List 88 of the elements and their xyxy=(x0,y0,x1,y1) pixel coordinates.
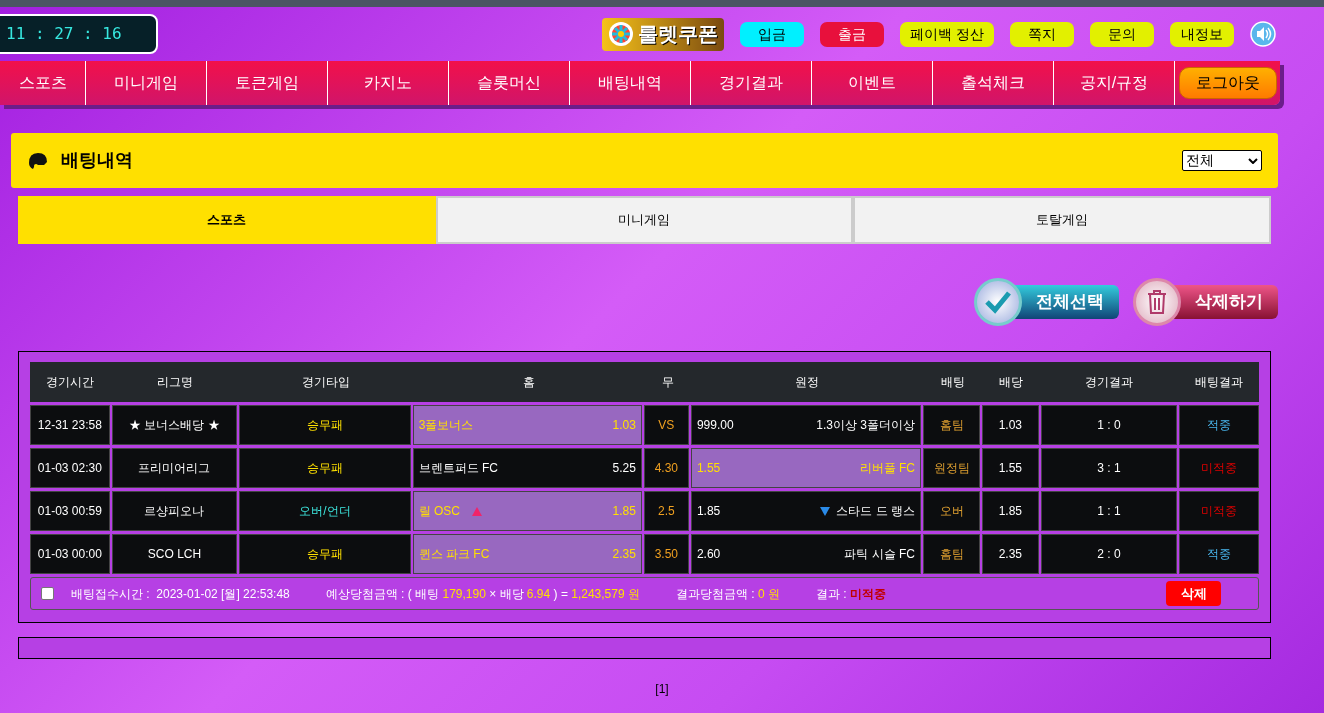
column-header: 경기시간 xyxy=(45,374,96,391)
header-button[interactable]: 출금 xyxy=(820,21,885,47)
away-team-odds-cell[interactable]: 1.85 스타드 드 랭스 xyxy=(690,491,921,531)
column-header: 홈 xyxy=(521,374,536,391)
column-header: 배당 xyxy=(997,374,1024,391)
table-cell: 프리미어리그 xyxy=(111,448,238,488)
logout-button[interactable]: 로그아웃 xyxy=(1178,67,1277,99)
summary-text: 결과 : 미적중 xyxy=(816,585,886,603)
column-header: 배팅결과 xyxy=(1193,374,1244,391)
away-team-odds-cell[interactable]: 2.60 파틱 시슬 FC xyxy=(690,534,921,574)
table-cell: 1.03 xyxy=(982,405,1039,445)
table-cell: 2 : 0 xyxy=(1040,534,1178,574)
table-cell: 01-03 00:00 xyxy=(30,534,110,574)
column-header: 원정 xyxy=(794,374,821,391)
caret-icon xyxy=(1248,157,1258,164)
column-header: 리그명 xyxy=(155,374,194,391)
summary-text: 예상당첨금액 : ( 배팅 179,190 × 배당 6.94 ) = 1,243,579 원 xyxy=(325,585,640,603)
digital-clock: 11 : 27 : 16 xyxy=(0,14,158,54)
table-cell: 3.50 xyxy=(643,534,689,574)
nav-link[interactable]: 슬롯머신 xyxy=(449,61,570,105)
tab[interactable]: 미니게임 xyxy=(435,196,854,244)
checkmark-icon xyxy=(984,290,1012,314)
table-cell: 1 : 1 xyxy=(1040,491,1178,531)
table-cell: 01-03 00:59 xyxy=(30,491,110,531)
filter-dropdown[interactable]: 전체 xyxy=(1182,150,1262,171)
roulette-coupon-logo[interactable]: 룰렛쿠폰 xyxy=(602,17,725,51)
column-header: 경기결과 xyxy=(1083,374,1134,391)
home-team-odds-cell[interactable]: 브렌트퍼드 FC 5.25 xyxy=(412,448,642,488)
nav-link[interactable]: 이벤트 xyxy=(812,61,933,105)
table-cell: 적중 xyxy=(1179,405,1259,445)
table-cell: 1 : 0 xyxy=(1040,405,1178,445)
away-team-odds-cell[interactable]: 999.00 1.3이상 3폴더이상 xyxy=(690,405,921,445)
header-button[interactable]: 문의 xyxy=(1090,21,1154,47)
checkbox[interactable] xyxy=(41,587,54,600)
delete-button[interactable]: 삭제 xyxy=(1166,581,1221,606)
table-cell: 적중 xyxy=(1179,534,1259,574)
table-cell: 12-31 23:58 xyxy=(30,405,110,445)
header-button[interactable]: 페이백 정산 xyxy=(900,21,994,47)
nav-link[interactable]: 공지/규정 xyxy=(1054,61,1175,105)
trash-icon xyxy=(1146,289,1168,315)
up-triangle-icon xyxy=(472,506,482,516)
table-cell: 1.85 xyxy=(982,491,1039,531)
nav-link[interactable]: 토큰게임 xyxy=(207,61,328,105)
table-cell: 3 : 1 xyxy=(1040,448,1178,488)
table-cell: ★ 보너스배당 ★ xyxy=(111,405,238,445)
table-cell: 오버/언더 xyxy=(239,491,411,531)
nav-link[interactable]: 출석체크 xyxy=(933,61,1054,105)
table-cell: 승무패 xyxy=(239,534,411,574)
table-cell: 미적중 xyxy=(1179,491,1259,531)
table-cell: 1.55 xyxy=(982,448,1039,488)
away-team-odds-cell[interactable]: 1.55 리버풀 FC xyxy=(690,448,921,488)
header-button[interactable]: 입금 xyxy=(740,21,805,47)
home-team-odds-cell[interactable]: 3폴보너스 1.03 xyxy=(412,405,642,445)
table-cell: 2.5 xyxy=(643,491,689,531)
table-cell: 홈팀 xyxy=(923,534,981,574)
table-cell: 르샹피오나 xyxy=(111,491,238,531)
nav-link[interactable]: 미니게임 xyxy=(86,61,207,105)
column-header: 배팅 xyxy=(939,374,966,391)
nav-link[interactable]: 배팅내역 xyxy=(570,61,691,105)
summary-text: 배팅접수시간 : 2023-01-02 [월] 22:53:48 xyxy=(71,585,290,603)
nav-link[interactable]: 스포츠 xyxy=(0,61,86,105)
header-button[interactable]: 내정보 xyxy=(1170,21,1234,47)
table-cell: VS xyxy=(643,405,689,445)
column-header: 무 xyxy=(660,374,675,391)
table-cell: 홈팀 xyxy=(923,405,981,445)
tab[interactable]: 토탈게임 xyxy=(853,196,1271,244)
section-title: 배팅내역 xyxy=(61,149,133,172)
table-cell: 2.35 xyxy=(982,534,1039,574)
tab[interactable]: 스포츠 xyxy=(18,196,436,244)
header-button[interactable]: 쪽지 xyxy=(1010,21,1074,47)
speaker-icon[interactable] xyxy=(1250,21,1276,47)
summary-text: 결과당첨금액 : 0 원 xyxy=(675,585,780,603)
nav-link[interactable]: 카지노 xyxy=(328,61,449,105)
table-cell: 원정팀 xyxy=(923,448,981,488)
table-cell: 오버 xyxy=(923,491,981,531)
table-cell: 미적중 xyxy=(1179,448,1259,488)
home-team-odds-cell[interactable]: 릴 OSC 1.85 xyxy=(412,491,642,531)
table-cell: 승무패 xyxy=(239,448,411,488)
down-triangle-icon xyxy=(820,506,831,516)
table-cell: 4.30 xyxy=(643,448,689,488)
table-cell: 승무패 xyxy=(239,405,411,445)
column-header: 경기타입 xyxy=(300,374,351,391)
pagination-link[interactable]: [1] xyxy=(655,680,669,698)
helmet-icon xyxy=(27,150,49,171)
nav-link[interactable]: 경기결과 xyxy=(691,61,812,105)
home-team-odds-cell[interactable]: 퀸스 파크 FC 2.35 xyxy=(412,534,642,574)
table-cell: 01-03 02:30 xyxy=(30,448,110,488)
table-cell: SCO LCH xyxy=(111,534,238,574)
